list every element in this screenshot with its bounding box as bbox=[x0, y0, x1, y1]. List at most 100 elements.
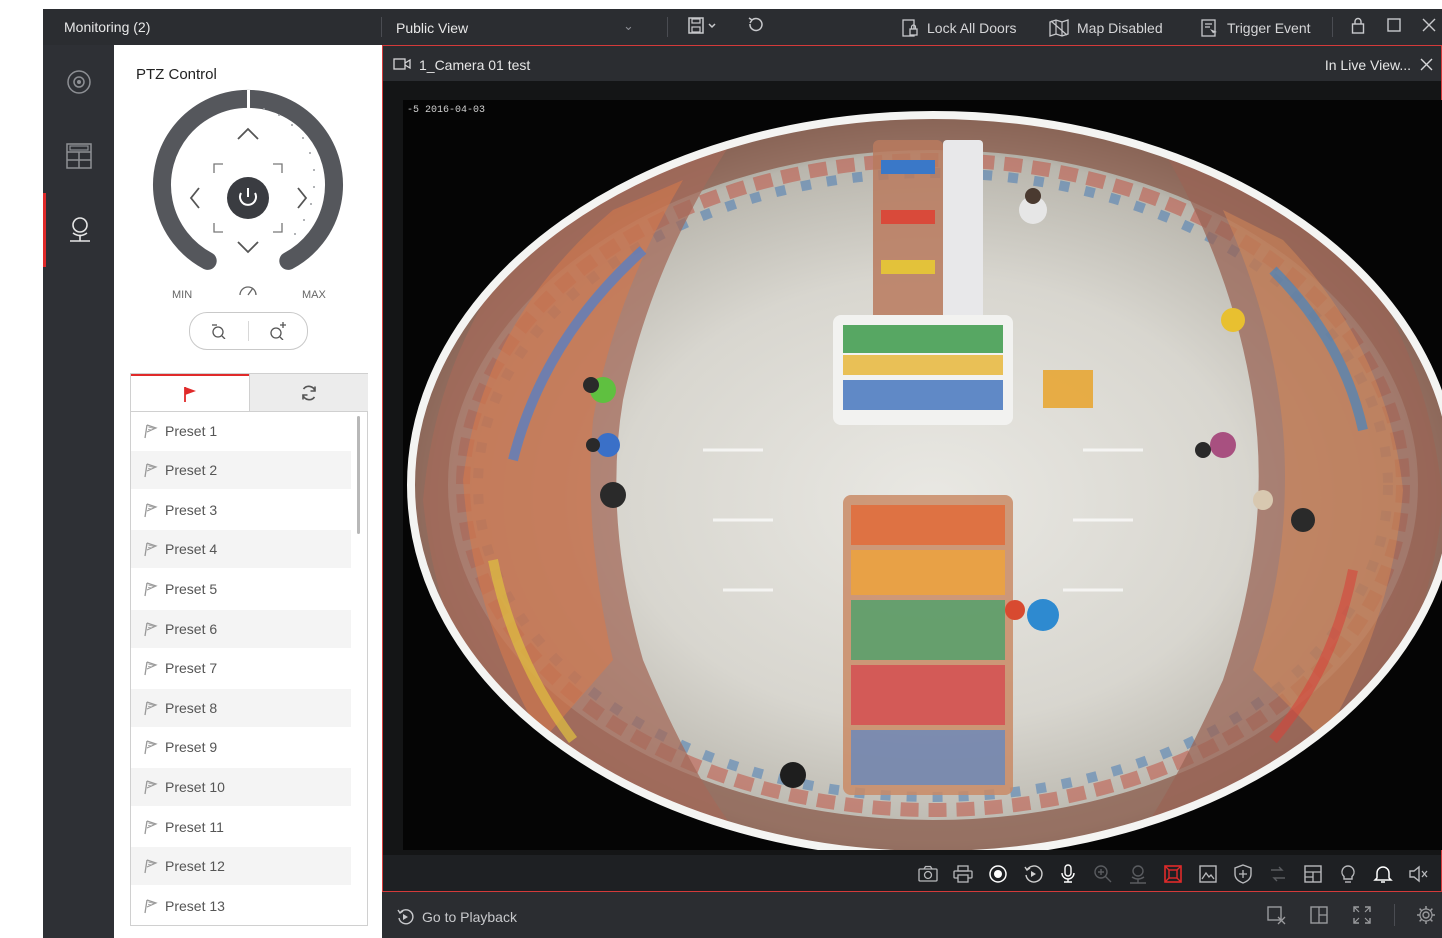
list-item[interactable]: Preset 13 bbox=[131, 887, 351, 925]
window-division-icon[interactable] bbox=[1309, 905, 1329, 925]
mute-icon[interactable] bbox=[1407, 863, 1429, 885]
arrow-left-icon[interactable] bbox=[189, 187, 200, 209]
fisheye-icon[interactable] bbox=[1162, 863, 1184, 885]
gear-icon[interactable] bbox=[1416, 905, 1436, 925]
preset-flag-icon bbox=[141, 501, 159, 519]
monitoring-window: Monitoring (2) Public View ⌄ Lock All Do… bbox=[43, 9, 1442, 938]
record-icon[interactable] bbox=[987, 863, 1009, 885]
nav-live-view[interactable] bbox=[43, 45, 114, 119]
view-selector[interactable]: Public View bbox=[396, 20, 468, 36]
video-header: 1_Camera 01 test In Live View... bbox=[382, 45, 1442, 81]
instant-playback-icon[interactable] bbox=[1022, 863, 1044, 885]
light-icon[interactable] bbox=[1337, 863, 1359, 885]
list-item[interactable]: Preset 8 bbox=[131, 689, 351, 727]
preset-flag-icon bbox=[141, 540, 159, 558]
video-window[interactable]: -5 2016-04-03 bbox=[382, 81, 1442, 891]
microphone-icon[interactable] bbox=[1057, 863, 1079, 885]
preset-label: Preset 13 bbox=[165, 898, 225, 914]
list-item[interactable]: Preset 1 bbox=[131, 412, 351, 450]
zoom-out-button[interactable] bbox=[190, 313, 248, 349]
preset-label: Preset 7 bbox=[165, 660, 218, 676]
ptz-person-icon[interactable] bbox=[1127, 863, 1149, 885]
camera-name: 1_Camera 01 test bbox=[419, 57, 531, 73]
maximize-icon[interactable] bbox=[1387, 18, 1401, 37]
preset-label: Preset 2 bbox=[165, 462, 218, 478]
arming-icon[interactable] bbox=[1232, 863, 1254, 885]
image-icon[interactable] bbox=[1197, 863, 1219, 885]
window-layout-icon[interactable] bbox=[1302, 863, 1324, 885]
list-item[interactable]: Preset 11 bbox=[131, 808, 351, 846]
bottom-bar: Go to Playback bbox=[382, 892, 1442, 938]
refresh-icon[interactable] bbox=[746, 17, 764, 40]
lock-icon[interactable] bbox=[1351, 17, 1365, 40]
list-item[interactable]: Preset 6 bbox=[131, 610, 351, 648]
arrow-right-icon[interactable] bbox=[297, 187, 308, 209]
preset-scrollbar[interactable] bbox=[357, 416, 360, 534]
switch-stream-icon[interactable] bbox=[1267, 863, 1289, 885]
close-icon[interactable] bbox=[1420, 58, 1433, 71]
capture-icon[interactable] bbox=[917, 863, 939, 885]
list-item[interactable]: Preset 2 bbox=[131, 451, 351, 489]
divider bbox=[381, 17, 382, 37]
close-icon[interactable] bbox=[1422, 18, 1436, 37]
flag-icon bbox=[184, 387, 196, 402]
preset-flag-icon bbox=[141, 818, 159, 836]
live-status: In Live View... bbox=[1324, 57, 1411, 73]
top-bar: Monitoring (2) Public View ⌄ Lock All Do… bbox=[43, 9, 1442, 46]
trigger-event-label: Trigger Event bbox=[1227, 20, 1311, 36]
left-nav bbox=[43, 45, 114, 938]
playback-icon bbox=[397, 909, 414, 925]
speed-max-label: MAX bbox=[302, 289, 327, 301]
go-to-playback-button[interactable]: Go to Playback bbox=[396, 908, 517, 926]
divider bbox=[1332, 17, 1333, 37]
preset-label: Preset 4 bbox=[165, 541, 218, 557]
preset-label: Preset 12 bbox=[165, 858, 225, 874]
tab-presets[interactable] bbox=[131, 374, 249, 412]
arrow-up-icon[interactable] bbox=[237, 127, 259, 140]
preset-label: Preset 10 bbox=[165, 779, 225, 795]
zoom-icon[interactable] bbox=[1092, 863, 1114, 885]
save-view-icon[interactable] bbox=[688, 16, 718, 41]
list-item[interactable]: Preset 3 bbox=[131, 491, 351, 529]
preset-label: Preset 9 bbox=[165, 739, 218, 755]
list-item[interactable]: Preset 10 bbox=[131, 768, 351, 806]
map-disabled-label: Map Disabled bbox=[1077, 20, 1163, 36]
fisheye-video-feed[interactable]: -5 2016-04-03 bbox=[403, 100, 1442, 850]
lock-all-doors-button[interactable]: Lock All Doors bbox=[901, 19, 1016, 37]
arrow-down-icon[interactable] bbox=[237, 241, 259, 254]
alarm-bell-icon[interactable] bbox=[1372, 863, 1394, 885]
preset-flag-icon bbox=[141, 659, 159, 677]
tab-patrols[interactable] bbox=[249, 374, 368, 412]
preset-flag-icon bbox=[141, 857, 159, 875]
divider bbox=[667, 17, 668, 37]
nav-ptz[interactable] bbox=[43, 193, 114, 267]
camera-icon bbox=[393, 58, 411, 70]
list-item[interactable]: Preset 9 bbox=[131, 728, 351, 766]
print-icon[interactable] bbox=[952, 863, 974, 885]
map-disabled-button[interactable]: Map Disabled bbox=[1049, 19, 1163, 37]
ptz-tabs bbox=[130, 373, 368, 412]
stop-all-icon[interactable] bbox=[1266, 905, 1286, 925]
list-item[interactable]: Preset 7 bbox=[131, 649, 351, 687]
layout-grid-icon bbox=[65, 143, 92, 169]
door-lock-icon bbox=[902, 19, 918, 37]
chevron-down-icon[interactable]: ⌄ bbox=[623, 18, 634, 34]
go-to-playback-label: Go to Playback bbox=[422, 909, 517, 925]
list-item[interactable]: Preset 12 bbox=[131, 847, 351, 885]
live-view-icon bbox=[66, 70, 91, 94]
preset-label: Preset 11 bbox=[165, 819, 224, 835]
live-view-area: 1_Camera 01 test In Live View... -5 2016… bbox=[382, 45, 1442, 938]
fullscreen-icon[interactable] bbox=[1352, 905, 1372, 925]
video-timestamp: -5 2016-04-03 bbox=[407, 105, 485, 116]
divider bbox=[1394, 904, 1395, 926]
auto-scan-button[interactable] bbox=[227, 177, 269, 219]
list-item[interactable]: Preset 4 bbox=[131, 530, 351, 568]
preset-flag-icon bbox=[141, 422, 159, 440]
trigger-event-button[interactable]: Trigger Event bbox=[1201, 19, 1311, 37]
speed-slider[interactable] bbox=[247, 90, 250, 110]
map-icon bbox=[1049, 19, 1069, 37]
fisheye-image: -5 2016-04-03 bbox=[403, 100, 1442, 850]
list-item[interactable]: Preset 5 bbox=[131, 570, 351, 608]
zoom-in-button[interactable] bbox=[249, 313, 307, 349]
nav-layout[interactable] bbox=[43, 119, 114, 193]
